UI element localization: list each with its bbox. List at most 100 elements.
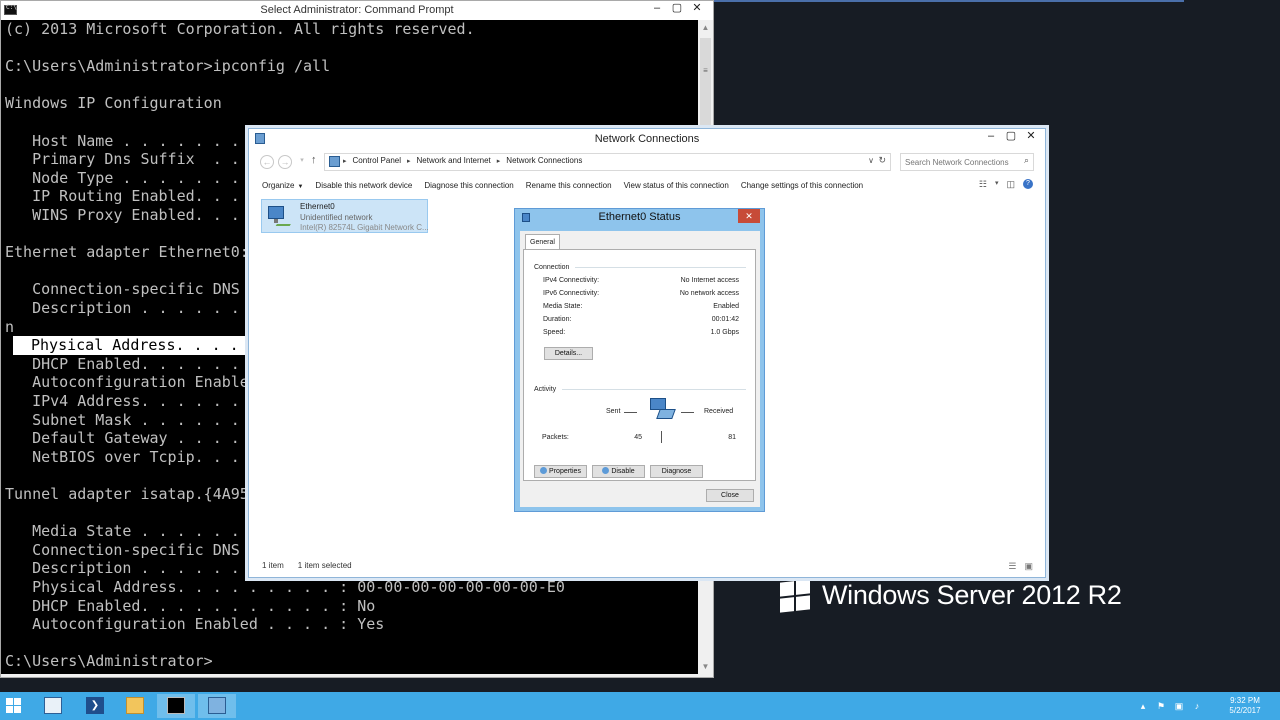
back-button[interactable]: ← (260, 155, 274, 169)
console-prompt[interactable]: C:\Users\Administrator> (5, 652, 213, 671)
console-line: Default Gateway . . . . . (5, 429, 258, 448)
activity-group-header: Activity (534, 386, 746, 393)
net-titlebar[interactable]: Network Connections ‒ ▢ ✕ (249, 129, 1045, 149)
diagnose-command[interactable]: Diagnose this connection (424, 181, 513, 190)
console-line-selected[interactable]: Physical Address. . . . . (13, 336, 257, 356)
close-dialog-button[interactable]: Close (706, 489, 754, 502)
shield-icon (540, 467, 548, 474)
connection-group-header: Connection (534, 264, 746, 271)
tiles-view-icon[interactable]: ▣ (1024, 561, 1033, 572)
organize-menu[interactable]: Organize ▼ (262, 181, 303, 190)
minimize-button[interactable]: ‒ (647, 1, 667, 15)
taskbar-command-prompt[interactable] (157, 694, 195, 718)
control-panel-icon (208, 697, 226, 714)
preview-pane-icon[interactable]: ◫ (1006, 179, 1015, 190)
net-title: Network Connections (594, 133, 700, 145)
breadcrumb-control-panel[interactable]: Control Panel (353, 156, 401, 165)
search-box[interactable]: ⌕ (900, 153, 1034, 171)
disable-button[interactable]: Disable (592, 465, 645, 478)
rename-command[interactable]: Rename this connection (526, 181, 612, 190)
console-line: Host Name . . . . . . . (5, 131, 240, 150)
up-arrow-icon[interactable]: ↑ (311, 154, 317, 166)
taskbar-file-explorer[interactable] (116, 694, 154, 718)
console-line: Connection-specific DNS S (5, 280, 258, 299)
tab-general[interactable]: General (525, 234, 560, 250)
breadcrumb-network-and-internet[interactable]: Network and Internet (417, 156, 491, 165)
ethernet-status-dialog[interactable]: Ethernet0 Status ✕ General Connection IP… (514, 208, 765, 512)
change-settings-command[interactable]: Change settings of this connection (741, 181, 863, 190)
console-line: Description . . . . . . . (5, 299, 258, 317)
console-line: Windows IP Configuration (5, 94, 222, 113)
desktop-strip (714, 0, 1184, 2)
network-tray-icon[interactable]: ▣ (1174, 701, 1184, 711)
refresh-icon[interactable]: ↻ (878, 155, 886, 166)
command-prompt-icon (167, 697, 185, 714)
scroll-thumb[interactable] (700, 38, 711, 128)
console-line: C:\Users\Administrator>ipconfig /all (5, 57, 331, 76)
address-bar[interactable]: ▸ Control Panel ▸ Network and Internet ▸… (324, 153, 891, 171)
chevron-down-icon[interactable]: ∨ (868, 156, 874, 165)
disable-device-command[interactable]: Disable this network device (315, 181, 412, 190)
command-bar: Organize ▼ Disable this network device Di… (249, 176, 1045, 194)
cmd-titlebar[interactable]: Select Administrator: Command Prompt ‒ ▢… (1, 1, 713, 20)
console-line: Autoconfiguration Enabled (5, 373, 258, 392)
diagnose-button[interactable]: Diagnose (650, 465, 703, 478)
close-button[interactable]: ✕ (1021, 129, 1041, 143)
taskbar-server-manager[interactable] (34, 694, 72, 718)
console-line: Description . . . . . . . (5, 559, 258, 578)
taskbar-powershell[interactable]: ❯ (76, 694, 114, 718)
windows-logo-icon (780, 578, 810, 613)
powershell-icon: ❯ (86, 697, 104, 714)
view-status-command[interactable]: View status of this connection (624, 181, 729, 190)
control-panel-icon (255, 133, 265, 144)
console-line: Node Type . . . . . . . . (5, 168, 258, 187)
console-line: DHCP Enabled. . . . . . . (5, 354, 258, 373)
clock-time: 9:32 PM (1230, 696, 1260, 705)
connection-item-ethernet0[interactable]: Ethernet0 Unidentified network Intel(R) … (261, 199, 429, 233)
details-view-icon[interactable]: ☰ (1008, 561, 1016, 572)
close-button[interactable]: ✕ (687, 1, 707, 15)
ipv4-connectivity-row: IPv4 Connectivity: No Internet access (543, 277, 739, 284)
search-input[interactable] (905, 155, 1021, 169)
forward-button[interactable]: → (278, 155, 292, 169)
properties-button[interactable]: Properties (534, 465, 587, 478)
dialog-title: Ethernet0 Status (598, 211, 681, 223)
show-hidden-icons-chevron-icon[interactable]: ▴ (1138, 701, 1148, 711)
volume-icon[interactable]: ♪ (1192, 701, 1202, 711)
action-center-flag-icon[interactable]: ⚑ (1156, 701, 1166, 711)
change-view-icon[interactable]: ☷ (979, 179, 987, 190)
console-line: Subnet Mask . . . . . . . (5, 410, 258, 429)
scroll-up-arrow-icon[interactable]: ▲ (698, 20, 713, 35)
taskbar: ❯ ▴ ⚑ ▣ ♪ 9:32 PM 5/2/2017 (0, 692, 1280, 720)
scroll-grip-icon: ≡ (703, 66, 708, 75)
view-options-chevron-icon[interactable]: ▾ (995, 179, 999, 190)
console-line: NetBIOS over Tcpip. . . . (5, 447, 258, 466)
general-panel: Connection IPv4 Connectivity: No Internet… (523, 249, 756, 481)
help-icon[interactable]: ? (1023, 179, 1033, 189)
recent-locations-dropdown[interactable]: ▾ (295, 155, 309, 169)
taskbar-network-connections[interactable] (198, 694, 236, 718)
media-state-row: Media State: Enabled (543, 303, 739, 310)
status-bar: 1 item 1 item selected (262, 561, 352, 570)
clock[interactable]: 9:32 PM 5/2/2017 (1210, 696, 1280, 716)
search-icon[interactable]: ⌕ (1024, 155, 1029, 166)
ipv6-connectivity-row: IPv6 Connectivity: No network access (543, 290, 739, 297)
shield-icon (602, 467, 610, 474)
maximize-button[interactable]: ▢ (1001, 129, 1021, 143)
start-button[interactable] (6, 698, 21, 713)
packets-label: Packets: (542, 434, 569, 441)
network-adapter-icon (266, 204, 295, 228)
minimize-button[interactable]: ‒ (981, 129, 1001, 143)
maximize-button[interactable]: ▢ (667, 1, 687, 15)
breadcrumb-separator-icon: ▸ (407, 157, 411, 165)
console-line: IP Routing Enabled. . . . (5, 187, 258, 206)
console-line: Autoconfiguration Enabled . . . . : Yes (5, 615, 385, 634)
network-activity-icon (648, 396, 676, 424)
folder-icon (126, 697, 144, 714)
brand-text: Windows Server 2012 R2 (822, 580, 1122, 610)
system-tray: ▴ ⚑ ▣ ♪ 9:32 PM 5/2/2017 (1138, 692, 1280, 720)
scroll-down-arrow-icon[interactable]: ▼ (698, 659, 713, 674)
details-button[interactable]: Details... (544, 347, 593, 360)
breadcrumb-network-connections[interactable]: Network Connections (506, 156, 582, 165)
dialog-close-button[interactable]: ✕ (738, 209, 760, 223)
